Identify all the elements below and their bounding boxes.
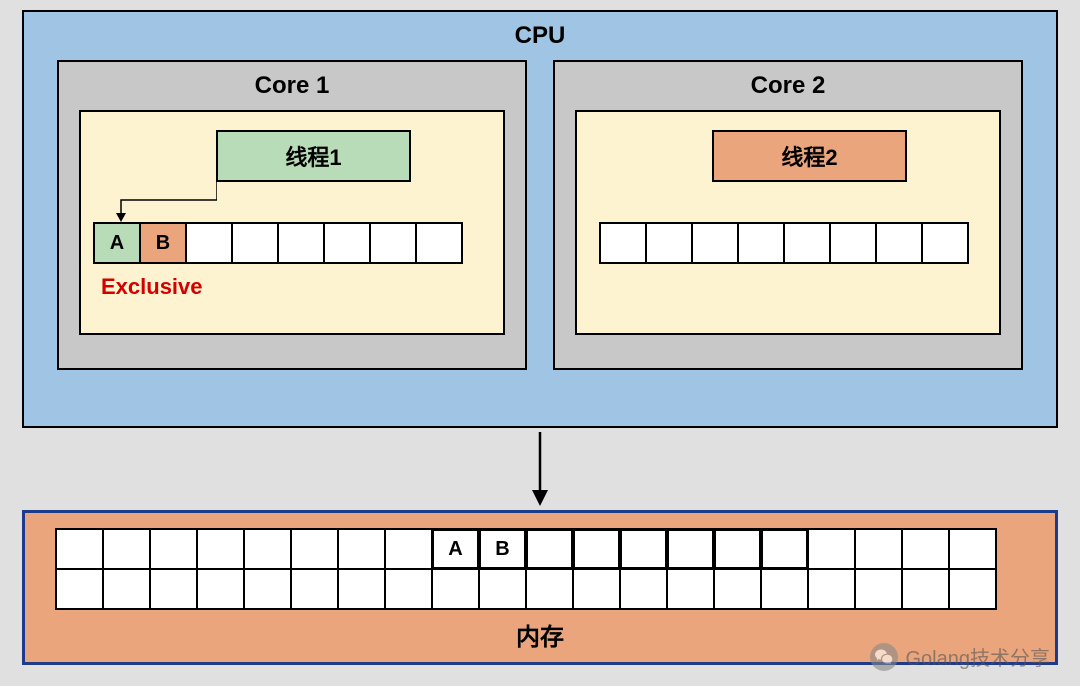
memory-cell <box>807 568 856 610</box>
memory-cell <box>666 528 715 570</box>
memory-cell <box>572 528 621 570</box>
wechat-icon <box>870 643 898 671</box>
memory-cell <box>384 568 433 610</box>
memory-cell <box>102 568 151 610</box>
arrow-cpu-to-memory-icon <box>530 432 550 507</box>
memory-cell <box>854 568 903 610</box>
memory-cell <box>760 528 809 570</box>
cache-cell <box>231 222 279 264</box>
cache-cell <box>323 222 371 264</box>
memory-cell <box>619 568 668 610</box>
cache-cell <box>277 222 325 264</box>
cache-cell <box>691 222 739 264</box>
memory-cell <box>243 568 292 610</box>
cache-cell <box>415 222 463 264</box>
memory-cell <box>55 528 104 570</box>
core-1: Core 1 线程1 A B Exclusive <box>57 60 527 370</box>
memory-row-1: AB <box>55 528 997 570</box>
memory-cell <box>196 528 245 570</box>
watermark-text: Golang技术分享 <box>906 642 1051 671</box>
memory-cell <box>384 528 433 570</box>
thread-1-box: 线程1 <box>216 130 411 182</box>
memory-cell <box>901 568 950 610</box>
memory-cell <box>149 568 198 610</box>
memory-cell: A <box>431 528 480 570</box>
memory-cell <box>572 568 621 610</box>
cache-cell <box>783 222 831 264</box>
memory-cell <box>713 528 762 570</box>
memory-cell <box>525 528 574 570</box>
memory-cell <box>713 568 762 610</box>
cache-cell <box>369 222 417 264</box>
cache-cell <box>737 222 785 264</box>
memory-cell <box>760 568 809 610</box>
memory-cell <box>102 528 151 570</box>
memory-cell <box>337 528 386 570</box>
memory-cell <box>901 528 950 570</box>
cores-row: Core 1 线程1 A B Exclusive <box>24 60 1056 370</box>
cache-cell <box>875 222 923 264</box>
memory-cell <box>290 568 339 610</box>
memory-grid: AB <box>55 528 997 610</box>
memory-cell <box>854 528 903 570</box>
cache-cell <box>185 222 233 264</box>
cache-cell-a: A <box>93 222 141 264</box>
core-2: Core 2 线程2 <box>553 60 1023 370</box>
core-2-cache <box>599 222 969 264</box>
core-1-cache: A B <box>93 222 463 264</box>
cache-cell-b: B <box>139 222 187 264</box>
cache-cell <box>599 222 647 264</box>
cpu-container: CPU Core 1 线程1 A B <box>22 10 1058 428</box>
memory-cell <box>478 568 527 610</box>
memory-cell <box>619 528 668 570</box>
memory-cell <box>948 568 997 610</box>
memory-cell <box>196 568 245 610</box>
memory-cell <box>666 568 715 610</box>
cache-cell <box>829 222 877 264</box>
core-1-inner: 线程1 A B Exclusive <box>79 110 505 335</box>
arrow-thread1-to-a-icon <box>115 182 217 222</box>
memory-cell <box>807 528 856 570</box>
watermark: Golang技术分享 <box>870 642 1051 671</box>
memory-cell <box>55 568 104 610</box>
core-2-title: Core 2 <box>555 72 1021 100</box>
core-1-title: Core 1 <box>59 72 525 100</box>
cache-cell <box>921 222 969 264</box>
memory-cell <box>948 528 997 570</box>
exclusive-state-label: Exclusive <box>101 274 203 300</box>
thread-2-box: 线程2 <box>712 130 907 182</box>
memory-cell <box>243 528 292 570</box>
cache-cell <box>645 222 693 264</box>
memory-cell <box>337 568 386 610</box>
memory-cell <box>431 568 480 610</box>
cpu-title: CPU <box>24 22 1056 50</box>
memory-cell <box>525 568 574 610</box>
core-2-inner: 线程2 <box>575 110 1001 335</box>
memory-cell <box>290 528 339 570</box>
memory-row-2 <box>55 570 997 610</box>
memory-cell <box>149 528 198 570</box>
memory-cell: B <box>478 528 527 570</box>
